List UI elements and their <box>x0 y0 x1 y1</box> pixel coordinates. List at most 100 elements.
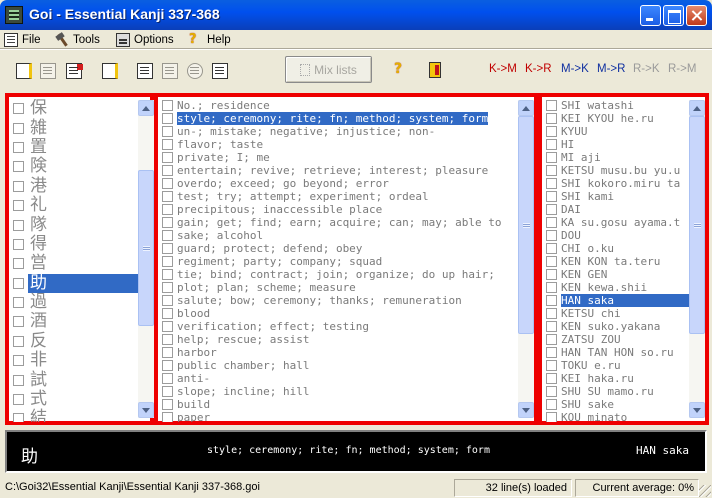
item-checkbox[interactable] <box>162 386 173 397</box>
item-checkbox[interactable] <box>546 360 557 371</box>
list-item[interactable]: KOU minato <box>546 411 693 422</box>
maximize-button[interactable] <box>663 5 684 26</box>
item-checkbox[interactable] <box>546 178 557 189</box>
item-checkbox[interactable] <box>162 256 173 267</box>
list-item[interactable]: KEI KYOU he.ru <box>546 112 693 125</box>
meaning-list[interactable]: No.; residence style; ceremony; rite; fn;… <box>162 99 522 422</box>
list-item[interactable]: build <box>162 398 522 411</box>
help-toolbar-button[interactable]: ? <box>394 62 402 76</box>
item-checkbox[interactable] <box>546 165 557 176</box>
open-list-icon[interactable] <box>102 63 118 79</box>
mode-k-to-r[interactable]: K->R <box>525 63 552 75</box>
item-checkbox[interactable] <box>13 316 24 328</box>
list-item[interactable]: SHI kokoro.miru ta <box>546 177 693 190</box>
mode-m-to-r[interactable]: M->R <box>597 63 625 75</box>
item-checkbox[interactable] <box>13 180 24 192</box>
list-item[interactable]: anti- <box>162 372 522 385</box>
list-item[interactable]: harbor <box>162 346 522 359</box>
list-item[interactable]: 助 <box>13 273 139 293</box>
scroll-down-arrow-icon[interactable] <box>138 402 154 418</box>
list-item[interactable]: MI aji <box>546 151 693 164</box>
list-item[interactable]: regiment; party; company; squad <box>162 255 522 268</box>
list-item[interactable]: 礼 <box>13 196 139 215</box>
scroll-up-arrow-icon[interactable] <box>689 100 705 116</box>
item-checkbox[interactable] <box>546 334 557 345</box>
item-checkbox[interactable] <box>546 243 557 254</box>
item-checkbox[interactable] <box>13 374 24 386</box>
scroll-thumb[interactable] <box>138 170 154 326</box>
item-checkbox[interactable] <box>546 191 557 202</box>
list-item[interactable]: 非 <box>13 351 139 370</box>
item-checkbox[interactable] <box>13 122 24 134</box>
list-item[interactable]: slope; incline; hill <box>162 385 522 398</box>
stats-icon[interactable] <box>162 63 178 79</box>
item-checkbox[interactable] <box>162 113 173 124</box>
mode-r-to-m[interactable]: R->M <box>668 63 696 75</box>
item-checkbox[interactable] <box>546 347 557 358</box>
item-checkbox[interactable] <box>13 413 24 422</box>
list-item[interactable]: guard; protect; defend; obey <box>162 242 522 255</box>
list-item[interactable]: KEN kewa.shii <box>546 281 693 294</box>
item-checkbox[interactable] <box>13 161 24 173</box>
list-item[interactable]: gain; get; find; earn; acquire; can; may… <box>162 216 522 229</box>
item-checkbox[interactable] <box>546 412 557 422</box>
item-checkbox[interactable] <box>546 256 557 267</box>
item-checkbox[interactable] <box>162 230 173 241</box>
item-checkbox[interactable] <box>162 412 173 422</box>
list-item[interactable]: KYUU <box>546 125 693 138</box>
scroll-thumb[interactable] <box>518 116 534 334</box>
item-checkbox[interactable] <box>546 295 557 306</box>
title-bar[interactable]: Goi - Essential Kanji 337-368 <box>0 0 712 30</box>
list-item[interactable]: un-; mistake; negative; injustice; non- <box>162 125 522 138</box>
list-item[interactable]: 雑 <box>13 118 139 137</box>
list-item[interactable]: overdo; exceed; go beyond; error <box>162 177 522 190</box>
list-item[interactable]: 隊 <box>13 215 139 234</box>
item-checkbox[interactable] <box>162 269 173 280</box>
list-item[interactable]: style; ceremony; rite; fn; method; syste… <box>162 112 522 125</box>
item-checkbox[interactable] <box>546 139 557 150</box>
list-item[interactable]: 得 <box>13 234 139 254</box>
item-checkbox[interactable] <box>162 204 173 215</box>
new-list-icon[interactable] <box>16 63 32 79</box>
list-item[interactable]: KETSU musu.bu yu.u <box>546 164 693 177</box>
item-checkbox[interactable] <box>546 152 557 163</box>
list-item[interactable]: HI <box>546 138 693 151</box>
item-checkbox[interactable] <box>162 165 173 176</box>
mode-k-to-m[interactable]: K->M <box>489 63 517 75</box>
list-item[interactable]: 結 <box>13 409 139 422</box>
item-checkbox[interactable] <box>13 258 24 270</box>
list-item[interactable]: 式 <box>13 390 139 409</box>
item-checkbox[interactable] <box>13 141 24 153</box>
list-item[interactable]: DAI <box>546 203 693 216</box>
item-checkbox[interactable] <box>13 394 24 406</box>
list-item[interactable]: KEN GEN <box>546 268 693 281</box>
list-item[interactable]: verification; effect; testing <box>162 320 522 333</box>
item-checkbox[interactable] <box>162 243 173 254</box>
item-checkbox[interactable] <box>162 321 173 332</box>
list-item[interactable]: DOU <box>546 229 693 242</box>
menu-options[interactable]: Options <box>116 32 174 48</box>
item-checkbox[interactable] <box>13 335 24 347</box>
scroll-up-arrow-icon[interactable] <box>518 100 534 116</box>
list-item[interactable]: 反 <box>13 331 139 351</box>
item-checkbox[interactable] <box>162 373 173 384</box>
list-item[interactable]: blood <box>162 307 522 320</box>
list-item[interactable]: 港 <box>13 176 139 196</box>
list-item[interactable]: salute; bow; ceremony; thanks; remunerat… <box>162 294 522 307</box>
item-checkbox[interactable] <box>546 399 557 410</box>
app-icon[interactable] <box>5 6 23 24</box>
item-checkbox[interactable] <box>13 277 24 289</box>
minimize-button[interactable] <box>640 5 661 26</box>
list-item[interactable]: flavor; taste <box>162 138 522 151</box>
list-item[interactable]: precipitous; inaccessible place <box>162 203 522 216</box>
item-checkbox[interactable] <box>162 334 173 345</box>
list-item[interactable]: ZATSU ZOU <box>546 333 693 346</box>
list-item[interactable]: sake; alcohol <box>162 229 522 242</box>
mode-m-to-k[interactable]: M->K <box>561 63 589 75</box>
list-item[interactable]: 置 <box>13 137 139 157</box>
scroll-down-arrow-icon[interactable] <box>689 402 705 418</box>
list-item[interactable]: No.; residence <box>162 99 522 112</box>
reset-icon[interactable] <box>187 63 203 79</box>
item-checkbox[interactable] <box>546 269 557 280</box>
list-item[interactable]: SHU SU mamo.ru <box>546 385 693 398</box>
